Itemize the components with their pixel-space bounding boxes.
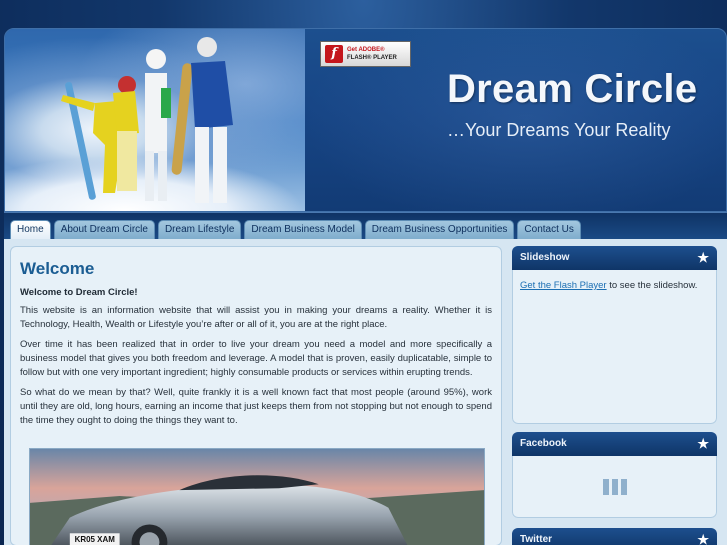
widget-header: Facebook ★ <box>512 432 717 456</box>
widget-header: Slideshow ★ <box>512 246 717 270</box>
star-icon[interactable]: ★ <box>697 432 709 456</box>
tab-business-opportunities[interactable]: Dream Business Opportunities <box>364 220 515 239</box>
tab-about[interactable]: About Dream Circle <box>53 220 155 239</box>
tab-lifestyle[interactable]: Dream Lifestyle <box>157 220 242 239</box>
sports-car-image: KR05 XAM <box>29 448 485 545</box>
paragraph: So what do we mean by that? Well, quite … <box>20 387 492 426</box>
site-tagline: …Your Dreams Your Reality <box>447 120 671 140</box>
widget-title: Facebook <box>520 438 567 449</box>
paragraph: This website is an information website t… <box>20 305 492 330</box>
site-title: Dream Circle <box>447 67 698 111</box>
facebook-widget: Facebook ★ <box>512 432 717 518</box>
main-content: Welcome Welcome to Dream Circle! This we… <box>10 246 502 545</box>
get-flash-player-badge[interactable]: f Get ADOBE® FLASH® PLAYER <box>320 41 411 67</box>
star-icon[interactable]: ★ <box>697 246 709 270</box>
star-icon[interactable]: ★ <box>697 528 709 545</box>
get-flash-link[interactable]: Get the Flash Player <box>520 280 607 291</box>
loading-bars-icon <box>602 478 627 495</box>
facebook-body <box>512 456 717 518</box>
paragraph: Over time it has been realized that in o… <box>20 339 492 378</box>
main-nav: Home About Dream Circle Dream Lifestyle … <box>10 220 581 239</box>
tab-contact[interactable]: Contact Us <box>517 220 581 239</box>
flash-logo-icon: f <box>325 45 343 63</box>
flash-badge-text: Get ADOBE® FLASH® PLAYER <box>347 47 397 61</box>
intro-text: Welcome to Dream Circle! <box>20 287 138 298</box>
slideshow-widget: Slideshow ★ Get the Flash Player to see … <box>512 246 717 424</box>
widget-title: Slideshow <box>520 252 570 263</box>
tab-home[interactable]: Home <box>10 220 51 239</box>
widget-header: Twitter ★ <box>512 528 717 545</box>
snowboarders-image <box>61 37 233 203</box>
widget-title: Twitter <box>520 534 553 545</box>
license-plate: KR05 XAM <box>75 535 116 544</box>
site-header: f Get ADOBE® FLASH® PLAYER Dream Circle … <box>4 28 727 212</box>
twitter-widget: Twitter ★ <box>512 528 717 545</box>
slideshow-text: to see the slideshow. <box>606 280 698 291</box>
page-title: Welcome <box>20 259 95 278</box>
tab-business-model[interactable]: Dream Business Model <box>244 220 362 239</box>
slideshow-body: Get the Flash Player to see the slidesho… <box>512 270 717 424</box>
